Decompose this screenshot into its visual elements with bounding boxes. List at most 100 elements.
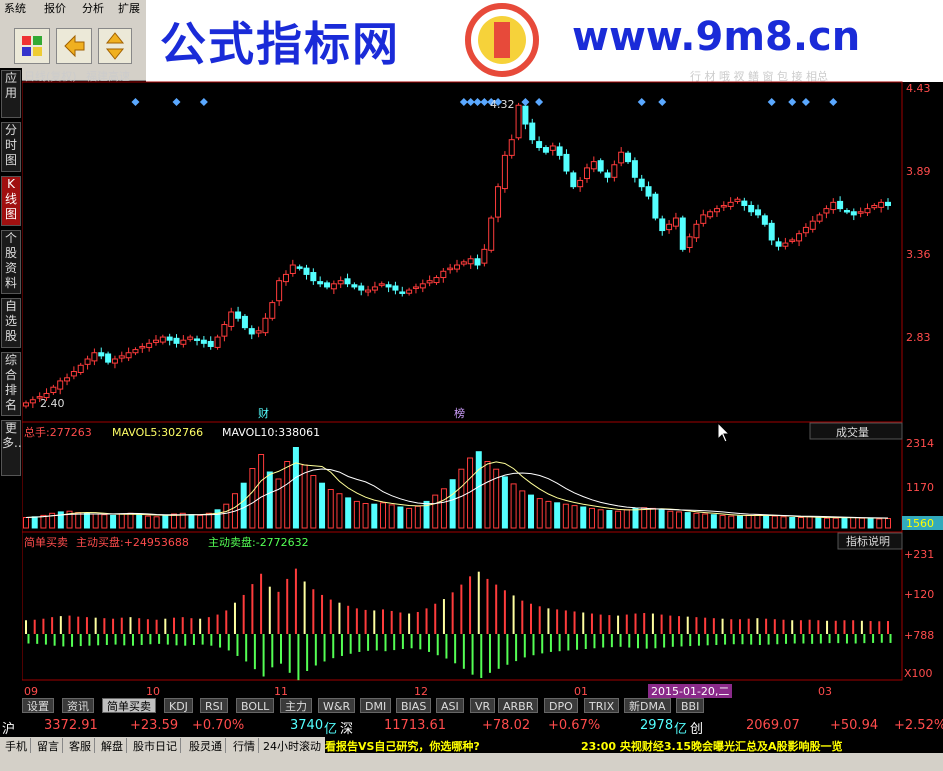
flow-axis-4: X100 [904, 667, 933, 680]
grid-icon[interactable] [14, 28, 50, 64]
tab-vr[interactable]: VR [470, 698, 496, 713]
sz-pct: +0.67% [548, 718, 601, 733]
tab-settings[interactable]: 设置 [22, 698, 54, 713]
candle-body [556, 146, 563, 156]
candle-body [597, 160, 604, 172]
volume-bar [606, 510, 613, 529]
flow-title: 简单买卖 [24, 535, 68, 549]
tab-arbr[interactable]: ARBR [498, 698, 539, 713]
candle-body [105, 353, 112, 363]
kline-chart[interactable]: 日线(复权) 福建高速 行 材 哦 衩 鳝 窗 包 接 相总 4.43 3.89… [21, 68, 943, 684]
tab-main-force[interactable]: 主力 [280, 698, 312, 713]
candle-body [755, 209, 762, 216]
news-ticker[interactable]: 看报告VS自己研究，你选哪种? 23:00 央视财经3.15晚会曝光汇总及A股影… [325, 737, 943, 753]
candle-body [57, 380, 64, 390]
back-arrow-icon[interactable] [56, 28, 92, 64]
tab-dpo[interactable]: DPO [544, 698, 578, 713]
candle-body [77, 364, 84, 373]
tab-kdj[interactable]: KDJ [164, 698, 193, 713]
volume-bar [519, 490, 526, 529]
volume-bar [23, 517, 29, 529]
tab-boll[interactable]: BOLL [236, 698, 275, 713]
candle-body [248, 328, 255, 335]
candle-body [337, 280, 344, 285]
tab-bias[interactable]: BIAS [396, 698, 432, 713]
tab-simple-trade[interactable]: 简单买卖 [102, 698, 156, 713]
volume-bar [414, 505, 421, 529]
volume-bar [876, 518, 883, 529]
candle-body [262, 317, 269, 334]
cy-change: +50.94 [830, 718, 879, 733]
tab-new-dma[interactable]: 新DMA [624, 698, 671, 713]
sz-amount: 2978 [640, 718, 674, 733]
tab-wr[interactable]: W&R [318, 698, 356, 713]
svg-text:总手:277263: 总手:277263 [24, 425, 92, 439]
nav-apps[interactable]: 应用 [1, 70, 21, 118]
nav-ranking[interactable]: 综合排名 [1, 352, 21, 416]
volume-bar [449, 479, 456, 529]
candle-body [276, 280, 283, 302]
index-status-bar: 沪 3372.91 +23.59 +0.70% 3740 亿 深 11713.6… [0, 715, 943, 737]
vol-ma5-line [25, 461, 889, 519]
ticker-left[interactable]: 看报告VS自己研究，你选哪种? [325, 738, 480, 753]
sh-label: 沪 [2, 722, 16, 737]
candle-body [830, 201, 837, 211]
tab-asi[interactable]: ASI [436, 698, 464, 713]
svc-quotes[interactable]: 行情 [230, 738, 259, 754]
candle-body [454, 264, 460, 270]
candle-body [741, 200, 748, 206]
tab-rsi[interactable]: RSI [200, 698, 228, 713]
candle-body [241, 315, 248, 329]
volume-bar [754, 514, 761, 529]
bottom-strip [0, 753, 943, 771]
indicator-help-label: 指标说明 [846, 534, 890, 548]
sh-amount: 3740 [290, 718, 324, 733]
svc-lingtong[interactable]: 股灵通 [186, 738, 226, 754]
candle-body [679, 217, 686, 250]
svc-message[interactable]: 留言 [34, 738, 63, 754]
tab-dmi[interactable]: DMI [360, 698, 392, 713]
candle-body [700, 214, 707, 224]
candle-body [823, 208, 830, 214]
nav-watchlist[interactable]: 自选股 [1, 298, 21, 348]
tab-trix[interactable]: TRIX [584, 698, 620, 713]
svc-diary[interactable]: 股市日记 [130, 738, 181, 754]
svc-support[interactable]: 客服 [66, 738, 95, 754]
volume-bar [545, 500, 552, 529]
candle-body [720, 204, 727, 208]
volume-bar [310, 475, 317, 529]
candle-body [426, 280, 433, 284]
nav-intraday[interactable]: 分时图 [1, 122, 21, 172]
candle-body [344, 278, 351, 285]
volume-bar [432, 494, 439, 529]
svc-mobile[interactable]: 手机 [2, 738, 31, 754]
volume-bar [789, 517, 796, 529]
volume-bar [841, 517, 848, 529]
volume-bar [83, 512, 90, 529]
candle-body [837, 200, 844, 210]
nav-kline[interactable]: K线图 [1, 176, 21, 226]
ticker-right[interactable]: 23:00 央视财经3.15晚会曝光汇总及A股影响股一览 [581, 738, 843, 753]
flow-buy-text: 主动买盘:+24953688 [76, 535, 189, 549]
mouse-cursor-icon [717, 421, 731, 443]
nav-more[interactable]: 更多.. [1, 420, 22, 476]
candle-body [440, 270, 447, 279]
volume-bar [710, 514, 717, 529]
candle-body [50, 386, 57, 394]
cy-index: 2069.07 [746, 718, 800, 733]
up-down-arrow-icon[interactable] [98, 28, 132, 64]
volume-bar [458, 468, 465, 529]
nav-stock-info[interactable]: 个股资料 [1, 230, 21, 294]
signal-diamond [658, 98, 667, 106]
volume-bar [144, 515, 151, 529]
tab-news[interactable]: 资讯 [62, 698, 94, 713]
signal-diamond [801, 98, 810, 106]
signal-diamond [829, 98, 838, 106]
candle-body [864, 208, 871, 214]
signal-markers [131, 98, 838, 106]
tab-bbi[interactable]: BBI [676, 698, 705, 713]
candle-body [159, 336, 166, 343]
svc-24h-scroll[interactable]: 24小时滚动 [260, 738, 324, 754]
volume-bar [641, 507, 648, 529]
svc-analysis[interactable]: 解盘 [98, 738, 127, 754]
